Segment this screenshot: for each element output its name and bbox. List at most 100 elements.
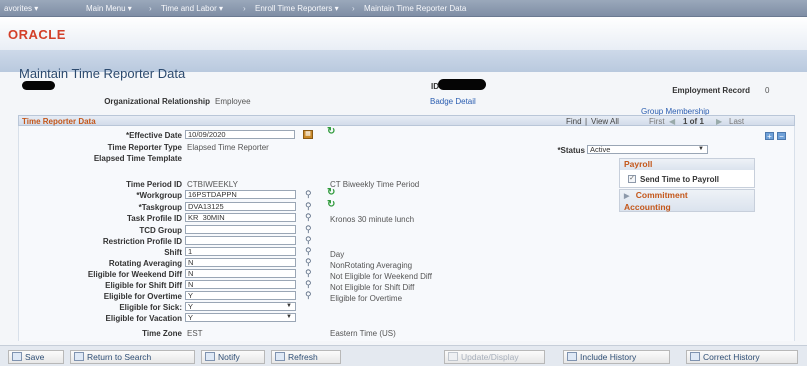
nav-bar: avorites ▾ Main Menu ▾ › Time and Labor …: [0, 0, 807, 17]
weekend-diff-desc: Not Eligible for Weekend Diff: [330, 272, 432, 281]
shift-diff-input[interactable]: N: [185, 280, 296, 289]
next-arrow-icon[interactable]: ▶: [716, 117, 722, 126]
add-row-button[interactable]: +: [765, 132, 774, 141]
nav-main-menu[interactable]: Main Menu ▾: [86, 4, 132, 13]
overtime-lookup-icon[interactable]: ⚲: [305, 290, 312, 301]
employment-record-label: Employment Record: [672, 86, 750, 95]
refresh-icon[interactable]: ↻: [327, 199, 335, 210]
include-history-button[interactable]: Include History: [563, 350, 670, 364]
payroll-title: Payroll: [620, 159, 754, 170]
nav-separator: ›: [149, 4, 152, 13]
section-title: Time Reporter Data: [22, 117, 96, 126]
send-time-checkbox[interactable]: ✓: [628, 175, 636, 183]
nav-enroll-time-reporters[interactable]: Enroll Time Reporters ▾: [255, 4, 339, 13]
shift-diff-lookup-icon[interactable]: ⚲: [305, 279, 312, 290]
commitment-accounting-box[interactable]: ▶ Commitment Accounting: [619, 189, 755, 212]
rotating-averaging-label: Rotating Averaging: [108, 259, 182, 268]
nav-maintain-time-reporter[interactable]: Maintain Time Reporter Data: [364, 4, 466, 13]
dropdown-arrow-icon: ▼: [286, 314, 292, 320]
tcd-group-input[interactable]: [185, 225, 296, 234]
vacation-label: Eligible for Vacation: [105, 314, 182, 323]
redacted-id: [438, 79, 486, 90]
org-relationship-label: Organizational Relationship: [104, 97, 210, 106]
row-range: 1 of 1: [683, 117, 704, 126]
save-button[interactable]: Save: [8, 350, 64, 364]
restriction-profile-input[interactable]: [185, 236, 296, 245]
shift-input[interactable]: 1: [185, 247, 296, 256]
workgroup-label: *Workgroup: [136, 191, 182, 200]
taskgroup-input[interactable]: DVA13125: [185, 202, 296, 211]
rotating-averaging-input[interactable]: N: [185, 258, 296, 267]
badge-detail-link[interactable]: Badge Detail: [430, 97, 476, 106]
update-display-button[interactable]: Update/Display: [444, 350, 545, 364]
correct-history-icon: [690, 352, 700, 361]
calendar-icon[interactable]: ▦: [303, 130, 313, 139]
find-link[interactable]: Find: [566, 117, 582, 126]
sick-select[interactable]: Y ▼: [185, 302, 296, 311]
overtime-input[interactable]: Y: [185, 291, 296, 300]
save-label: Save: [25, 352, 45, 362]
taskgroup-label: *Taskgroup: [138, 203, 182, 212]
shift-lookup-icon[interactable]: ⚲: [305, 246, 312, 257]
reporter-type-label: Time Reporter Type: [107, 143, 182, 152]
prev-arrow-icon[interactable]: ◀: [669, 117, 675, 126]
include-history-icon: [567, 352, 577, 361]
refresh-button[interactable]: Refresh: [271, 350, 341, 364]
tcd-group-lookup-icon[interactable]: ⚲: [305, 224, 312, 235]
header-band: ORACLE: [0, 17, 807, 50]
workgroup-input[interactable]: 16PSTDAPPN: [185, 190, 296, 199]
refresh-icon: [275, 352, 285, 361]
update-label: Update/Display: [461, 352, 519, 362]
page-title: Maintain Time Reporter Data: [19, 66, 186, 81]
return-label: Return to Search: [87, 352, 152, 362]
task-profile-lookup-icon[interactable]: ⚲: [305, 212, 312, 223]
employment-record-value: 0: [765, 86, 770, 95]
bottom-toolbar: Save Return to Search Notify Refresh Upd…: [0, 345, 807, 366]
nav-favorites[interactable]: avorites ▾: [4, 4, 38, 13]
rotating-lookup-icon[interactable]: ⚲: [305, 257, 312, 268]
delete-row-button[interactable]: −: [777, 132, 786, 141]
id-label: ID: [431, 82, 439, 91]
vacation-value: Y: [188, 313, 194, 322]
refresh-label: Refresh: [288, 352, 318, 362]
find-divider: |: [585, 117, 588, 126]
shift-label: Shift: [164, 248, 182, 257]
update-icon: [448, 352, 458, 361]
nav-time-and-labor[interactable]: Time and Labor ▾: [161, 4, 223, 13]
weekend-diff-input[interactable]: N: [185, 269, 296, 278]
time-reporter-data-header: Time Reporter Data Find | View All First…: [18, 115, 795, 126]
notify-button[interactable]: Notify: [201, 350, 265, 364]
rotating-averaging-desc: NonRotating Averaging: [330, 261, 413, 270]
weekend-lookup-icon[interactable]: ⚲: [305, 268, 312, 279]
overtime-label: Eligible for Overtime: [103, 292, 182, 301]
time-period-value: CTBIWEEKLY: [187, 180, 238, 189]
status-select[interactable]: Active ▼: [587, 145, 708, 154]
effective-date-label: *Effective Date: [125, 131, 182, 140]
time-zone-label: Time Zone: [142, 329, 182, 338]
vacation-select[interactable]: Y ▼: [185, 313, 296, 322]
refresh-icon[interactable]: ↻: [327, 126, 335, 137]
notify-icon: [205, 352, 215, 361]
first-label: First: [649, 117, 665, 126]
elapsed-template-label: Elapsed Time Template: [93, 154, 182, 163]
sick-label: Eligible for Sick:: [119, 303, 182, 312]
workgroup-lookup-icon[interactable]: ⚲: [305, 189, 312, 200]
taskgroup-lookup-icon[interactable]: ⚲: [305, 201, 312, 212]
effective-date-input[interactable]: 10/09/2020: [185, 130, 295, 139]
restriction-profile-label: Restriction Profile ID: [102, 237, 182, 246]
task-profile-input[interactable]: KR_30MIN: [185, 213, 296, 222]
correct-history-label: Correct History: [703, 352, 760, 362]
weekend-diff-label: Eligible for Weekend Diff: [87, 270, 182, 279]
refresh-icon[interactable]: ↻: [327, 187, 335, 198]
return-icon: [74, 352, 84, 361]
shift-diff-label: Eligible for Shift Diff: [105, 281, 182, 290]
view-all-link[interactable]: View All: [591, 117, 619, 126]
return-to-search-button[interactable]: Return to Search: [70, 350, 195, 364]
commitment-label: Commitment: [635, 190, 688, 200]
time-zone-value: EST: [187, 329, 203, 338]
correct-history-button[interactable]: Correct History: [686, 350, 798, 364]
nav-separator: ›: [243, 4, 246, 13]
task-profile-desc: Kronos 30 minute lunch: [330, 215, 415, 224]
screen: avorites ▾ Main Menu ▾ › Time and Labor …: [0, 0, 807, 366]
restriction-lookup-icon[interactable]: ⚲: [305, 235, 312, 246]
